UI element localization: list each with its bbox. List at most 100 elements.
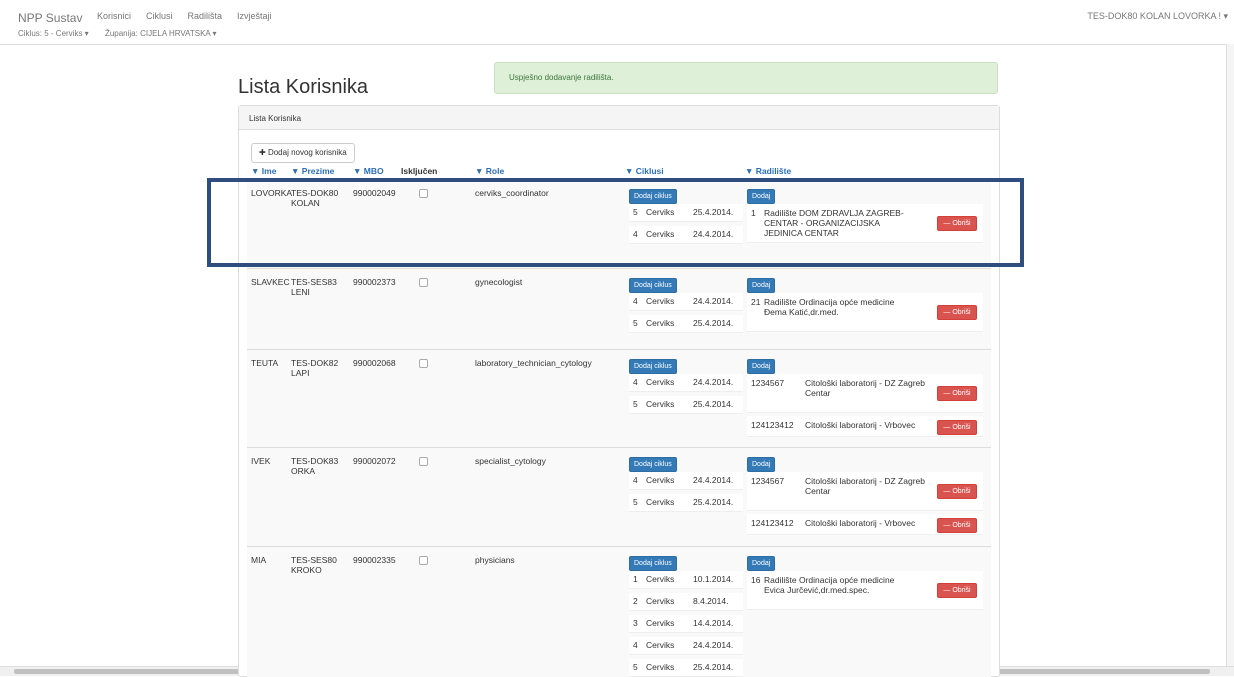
- minus-icon: —: [943, 522, 953, 529]
- header-role[interactable]: ▼ Role: [475, 166, 504, 176]
- delete-site-button[interactable]: — Obriši: [937, 518, 977, 533]
- cycle-item: 3 Cerviks 14.4.2014.: [629, 615, 743, 633]
- add-site-button[interactable]: Dodaj: [747, 278, 776, 293]
- header-mbo[interactable]: ▼ MBO: [353, 166, 384, 176]
- delete-label: Obriši: [952, 587, 971, 594]
- user-last-name-2: LENI: [291, 287, 310, 297]
- site-item: 124123412 Citološki laboratorij - Vrbovec…: [747, 514, 983, 535]
- cycle-item: 5 Cerviks 25.4.2014.: [629, 494, 743, 512]
- county-dropdown[interactable]: Županija: CIJELA HRVATSKA ▾: [105, 29, 217, 38]
- cycle-date: 25.4.2014.: [693, 662, 734, 672]
- site-item: 1234567 Citološki laboratorij - DZ Zagreb…: [747, 374, 983, 413]
- add-cycle-button[interactable]: Dodaj ciklus: [629, 278, 677, 293]
- nav-link-radilista[interactable]: Radilišta: [188, 11, 223, 21]
- user-role: physicians: [475, 555, 515, 565]
- user-mbo: 990002068: [353, 358, 396, 368]
- header-radiliste[interactable]: ▼ Radilište: [745, 166, 791, 176]
- site-number: 124123412: [751, 420, 794, 430]
- cycle-number: 4: [633, 377, 638, 387]
- add-cycle-button[interactable]: Dodaj ciklus: [629, 189, 677, 204]
- minus-icon: —: [943, 587, 953, 594]
- site-name: Citološki laboratorij - DZ Zagreb Centar: [805, 476, 925, 496]
- delete-site-button[interactable]: — Obriši: [937, 305, 977, 320]
- cycle-date: 10.1.2014.: [693, 574, 734, 584]
- plus-icon: ✚: [259, 148, 266, 157]
- add-cycle-button[interactable]: Dodaj ciklus: [629, 359, 677, 374]
- header-prezime[interactable]: ▼ Prezime: [291, 166, 334, 176]
- minus-icon: —: [943, 390, 953, 397]
- site-item: 21 Radilište Ordinacija opće medicine Đem…: [747, 293, 983, 332]
- user-role: specialist_cytology: [475, 456, 546, 466]
- cycle-item: 1 Cerviks 10.1.2014.: [629, 571, 743, 589]
- cycle-item: 5 Cerviks 25.4.2014.: [629, 204, 743, 222]
- nav-link-izvjestaji[interactable]: Izvještaji: [237, 11, 272, 21]
- site-name: Citološki laboratorij - DZ Zagreb Centar: [805, 378, 925, 398]
- add-site-button[interactable]: Dodaj: [747, 556, 776, 571]
- cycle-number: 5: [633, 318, 638, 328]
- add-site-button[interactable]: Dodaj: [747, 189, 776, 204]
- cycle-type: Cerviks: [646, 662, 675, 672]
- user-last-name: TES-DOK80: [291, 188, 339, 198]
- add-cycle-button[interactable]: Dodaj ciklus: [629, 457, 677, 472]
- add-site-button[interactable]: Dodaj: [747, 457, 776, 472]
- cycle-type: Cerviks: [646, 207, 675, 217]
- user-menu[interactable]: TES-DOK80 KOLAN LOVORKA ! ▾: [1087, 11, 1228, 22]
- user-mbo: 990002072: [353, 456, 396, 466]
- cycle-date: 14.4.2014.: [693, 618, 734, 628]
- site-item: 1234567 Citološki laboratorij - DZ Zagreb…: [747, 472, 983, 511]
- user-last-name-2: ORKA: [291, 466, 316, 476]
- user-mbo: 990002049: [353, 188, 396, 198]
- cycle-dropdown[interactable]: Ciklus: 5 - Cerviks ▾: [18, 29, 89, 38]
- delete-site-button[interactable]: — Obriši: [937, 216, 977, 231]
- excluded-checkbox[interactable]: [419, 359, 428, 368]
- cycle-item: 4 Cerviks 24.4.2014.: [629, 226, 743, 244]
- excluded-checkbox[interactable]: [419, 278, 428, 287]
- site-item: 124123412 Citološki laboratorij - Vrbovec…: [747, 416, 983, 437]
- user-last-name-2: KOLAN: [291, 198, 320, 208]
- site-name: Citološki laboratorij - Vrbovec: [805, 518, 916, 528]
- delete-site-button[interactable]: — Obriši: [937, 420, 977, 435]
- cycle-item: 5 Cerviks 25.4.2014.: [629, 315, 743, 333]
- vertical-scrollbar[interactable]: [1226, 44, 1234, 666]
- cycle-number: 5: [633, 497, 638, 507]
- site-number: 124123412: [751, 518, 794, 528]
- cycle-type: Cerviks: [646, 475, 675, 485]
- cycle-type: Cerviks: [646, 618, 675, 628]
- user-role: cerviks_coordinator: [475, 188, 549, 198]
- cycle-item: 4 Cerviks 24.4.2014.: [629, 472, 743, 490]
- cycle-number: 2: [633, 596, 638, 606]
- minus-icon: —: [943, 488, 953, 495]
- delete-site-button[interactable]: — Obriši: [937, 484, 977, 499]
- delete-site-button[interactable]: — Obriši: [937, 386, 977, 401]
- add-user-button[interactable]: ✚ Dodaj novog korisnika: [251, 143, 355, 163]
- cycle-item: 4 Cerviks 24.4.2014.: [629, 293, 743, 311]
- header-ime[interactable]: ▼ Ime: [251, 166, 276, 176]
- add-site-button[interactable]: Dodaj: [747, 359, 776, 374]
- user-mbo: 990002335: [353, 555, 396, 565]
- table-row: IVEK TES-DOK83 ORKA 990002072 specialist_cyt…: [247, 447, 991, 547]
- header-ciklusi[interactable]: ▼ Ciklusi: [625, 166, 664, 176]
- page-title: Lista Korisnika: [238, 76, 369, 98]
- cycle-number: 4: [633, 475, 638, 485]
- nav-link-ciklusi[interactable]: Ciklusi: [146, 11, 173, 21]
- delete-label: Obriši: [952, 424, 971, 431]
- site-number: 16: [751, 575, 761, 585]
- users-panel: Lista Korisnika ✚ Dodaj novog korisnika …: [238, 105, 1000, 677]
- add-cycle-button[interactable]: Dodaj ciklus: [629, 556, 677, 571]
- site-number: 21: [751, 297, 761, 307]
- cycle-item: 4 Cerviks 24.4.2014.: [629, 637, 743, 655]
- excluded-checkbox[interactable]: [419, 556, 428, 565]
- cycle-number: 4: [633, 229, 638, 239]
- cycle-date: 24.4.2014.: [693, 640, 734, 650]
- site-number: 1: [751, 208, 756, 218]
- nav-link-korisnici[interactable]: Korisnici: [97, 11, 131, 21]
- user-last-name-2: KROKO: [291, 565, 322, 575]
- minus-icon: —: [943, 424, 953, 431]
- cycle-number: 5: [633, 662, 638, 672]
- excluded-checkbox[interactable]: [419, 189, 428, 198]
- excluded-checkbox[interactable]: [419, 457, 428, 466]
- brand-link[interactable]: NPP Sustav: [18, 11, 82, 25]
- delete-site-button[interactable]: — Obriši: [937, 583, 977, 598]
- cycle-type: Cerviks: [646, 640, 675, 650]
- table-row: LOVORKA TES-DOK80 KOLAN 990002049 cerviks_co…: [247, 179, 991, 269]
